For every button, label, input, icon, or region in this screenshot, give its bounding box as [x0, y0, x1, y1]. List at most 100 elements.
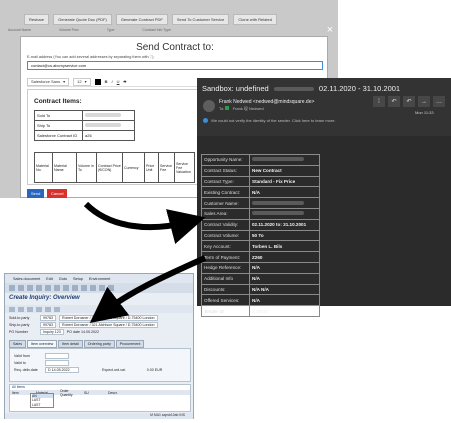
menu-item[interactable]: Sales document — [13, 277, 40, 281]
redacted-value — [85, 113, 121, 117]
table-row: Contract Type: Standard - Fix Price — [201, 175, 320, 188]
sender-warning[interactable]: We could not verify the identity of the … — [203, 118, 336, 124]
subject-prefix: Sandbox: undefined — [202, 84, 269, 93]
ship-to-field[interactable]: 99783 — [40, 322, 56, 328]
clone-with-related-button[interactable]: Clone with Related — [233, 13, 277, 25]
field-label: Valid from — [14, 354, 30, 358]
menu-item[interactable]: Environment — [89, 277, 110, 281]
send-to-customer-service-button[interactable]: Send To Customer Service — [171, 13, 230, 25]
toolbar-icon[interactable] — [36, 306, 42, 312]
toolbar-icon[interactable] — [45, 306, 51, 312]
send-button[interactable]: Send — [27, 189, 45, 198]
cancel-button[interactable]: Cancel — [47, 189, 68, 198]
toolbar-icon[interactable] — [72, 285, 78, 291]
table-header-row: Material No. Material Name Volume in To … — [34, 152, 195, 183]
field-key: Hedge Reference: — [201, 261, 250, 274]
toolbar-icon[interactable] — [54, 306, 60, 312]
underline-button[interactable]: U — [117, 79, 120, 84]
field-key: Contract Type: — [201, 175, 250, 188]
field-value — [249, 197, 320, 209]
toolbar-icon[interactable] — [108, 285, 114, 291]
italic-button[interactable]: I — [112, 79, 113, 84]
reply-icon[interactable]: ↶ — [388, 96, 400, 107]
strikethrough-button[interactable]: S — [124, 79, 127, 84]
field-key: Additional Info — [201, 272, 250, 285]
email-subject: Sandbox: undefined 02.11.2020 - 31.10.20… — [202, 84, 400, 93]
toolbar-icon[interactable] — [18, 306, 24, 312]
toolbar-icon[interactable] — [54, 285, 60, 291]
sold-to-field[interactable]: 99783 — [40, 315, 56, 321]
font-family-select[interactable]: Salesforce Sans ▾ — [27, 77, 70, 86]
toolbar-icon[interactable] — [9, 306, 15, 312]
toolbar-icon[interactable] — [81, 285, 87, 291]
toolbar-icon[interactable] — [63, 285, 69, 291]
table-row: Opportunity Name: — [201, 154, 320, 166]
table-cell: a26 — [82, 130, 135, 141]
email-field[interactable]: contact@cs.abcmyservice.com — [27, 61, 323, 70]
table-row: Tender ID: X73020 — [201, 305, 320, 317]
valid-from-field[interactable] — [45, 353, 69, 359]
field-label: Sold-to party — [9, 316, 30, 320]
sender[interactable]: Frank Nedwed <nedwed@mindsquare.de> — [219, 99, 314, 105]
valid-to-row: Valid to — [14, 360, 198, 366]
field-value — [249, 207, 320, 220]
menu-item[interactable]: Setup — [73, 277, 83, 281]
column-header: Material Name — [52, 152, 77, 183]
table-cell: Ship To — [34, 120, 83, 131]
page-title: Create Inquiry: Overview — [9, 295, 80, 301]
forward-icon[interactable]: → — [418, 96, 430, 107]
apps-icon[interactable]: ⁞ — [373, 96, 385, 107]
column-header: Material No. — [34, 152, 53, 183]
close-icon[interactable]: × — [324, 24, 336, 36]
reshare-button[interactable]: Reshare — [24, 13, 50, 25]
table-row: Existing Contract: N/A — [201, 186, 320, 199]
toolbar-icon[interactable] — [36, 285, 42, 291]
toolbar-icon[interactable] — [18, 285, 24, 291]
menu-item[interactable]: Goto — [59, 277, 67, 281]
tab-procurement[interactable]: Procurement — [115, 340, 145, 348]
field-value: Z260 — [249, 251, 320, 263]
toolbar-icon[interactable] — [45, 285, 51, 291]
sap-window: Sales document Edit Goto Setup Environme… — [4, 273, 194, 419]
toolbar-icon[interactable] — [27, 285, 33, 291]
field-value — [249, 154, 320, 166]
dropdown-option[interactable]: LAST — [32, 403, 53, 407]
req-deliv-date-field[interactable]: D 14.05.2022 — [45, 367, 79, 373]
table-row: Sold To — [34, 110, 135, 121]
field-label: Contract Info Type — [142, 28, 171, 32]
field-value: Torben L. Bils — [249, 240, 320, 253]
tab-sales[interactable]: Sales — [9, 340, 26, 348]
font-size-select[interactable]: 12 ▾ — [73, 77, 91, 86]
table-row: Sales Area: — [201, 207, 320, 220]
field-value: X73020 — [249, 305, 320, 317]
generate-contract-button[interactable]: Generate Contract PDF — [115, 13, 168, 25]
table-row: Offered Services: N/A — [201, 294, 320, 307]
recipient[interactable]: Frank 现 Nedwed — [233, 106, 264, 111]
table-row: Contract Volume: 50 To — [201, 229, 320, 242]
item-overview-panel: Valid from Valid to Req. deliv.date D 14… — [9, 348, 191, 382]
po-number-field[interactable]: Inquiry 123 — [40, 329, 64, 335]
generate-quote-button[interactable]: Generate Quote Doc (PDF) — [53, 13, 112, 25]
toolbar-icon[interactable] — [27, 306, 33, 312]
status-bar: M MA1 sapsb10ab INS — [5, 413, 193, 419]
reply-all-icon[interactable]: ↶ — [403, 96, 415, 107]
valid-to-field[interactable] — [45, 360, 69, 366]
warning-text: We could not verify the identity of the … — [211, 118, 336, 123]
text-color-swatch[interactable] — [94, 78, 101, 85]
redacted-value — [273, 87, 314, 91]
contact-tag-icon — [225, 106, 230, 110]
tab-item-detail[interactable]: Item detail — [58, 340, 83, 348]
sap-menu-bar: Sales document Edit Goto Setup Environme… — [5, 274, 193, 283]
more-icon[interactable]: … — [433, 96, 445, 107]
item-category-dropdown[interactable]: AN LAST LAST — [30, 393, 54, 409]
toolbar-icon[interactable] — [9, 285, 15, 291]
toolbar-icon[interactable] — [90, 285, 96, 291]
field-label: Ship-to party — [9, 323, 30, 327]
tab-ordering-party[interactable]: Ordering party — [83, 340, 115, 348]
table-row: Key Account: Torben L. Bils — [201, 240, 320, 253]
field-key: Opportunity Name: — [201, 154, 250, 166]
menu-item[interactable]: Edit — [46, 277, 53, 281]
tab-item-overview[interactable]: Item overview — [27, 340, 58, 348]
bold-button[interactable]: B — [105, 79, 108, 84]
toolbar-icon[interactable] — [99, 285, 105, 291]
